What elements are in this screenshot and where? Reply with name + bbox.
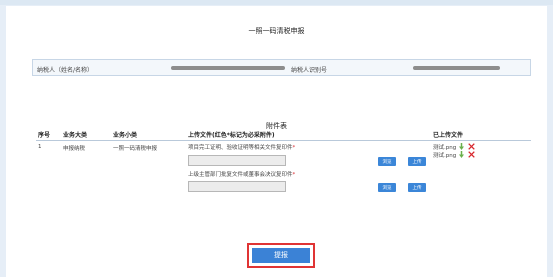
header-uploaded: 已上传文件 [431, 130, 531, 141]
required-mark: * [292, 144, 296, 151]
cell-upload: 项目完工证明、验收证明等相关文件复印件* 浏览 上传 上级主管部门批复文件或董事… [186, 140, 431, 198]
table-header-row: 序号 业务大类 业务小类 上传文件(红色*标记为必采附件) 已上传文件 [36, 130, 531, 141]
header-category: 业务大类 [61, 130, 111, 141]
file-input-2[interactable] [188, 180, 286, 192]
file-requirement-2-text: 上级主管部门批复文件或董事会决议复印件 [188, 171, 293, 178]
uploaded-file-name[interactable]: 测试.png [433, 143, 456, 151]
file-requirement-1: 项目完工证明、验收证明等相关文件复印件* [188, 143, 295, 151]
header-upload-file: 上传文件(红色*标记为必采附件) [186, 130, 431, 141]
top-bar [0, 0, 553, 5]
taxpayer-id-label: 纳税人识别号 [291, 67, 328, 74]
file-requirement-2: 上级主管部门批复文件或董事会决议复印件* [188, 170, 295, 178]
cell-category: 申报纳税 [63, 145, 86, 152]
delete-x-icon[interactable] [468, 151, 475, 158]
taxpayer-id-masked [413, 66, 500, 70]
main-panel: 一照一码清税申报 纳税人（姓名/名称） 纳税人识别号 附件表 序号 业务大类 业… [6, 6, 547, 277]
download-arrow-icon[interactable] [459, 151, 465, 158]
cell-subcategory: 一照一码清税申报 [113, 145, 158, 152]
header-seq: 序号 [36, 130, 61, 141]
browse-button-1[interactable]: 浏览 [378, 156, 396, 166]
delete-x-icon[interactable] [468, 143, 475, 150]
file-input-1[interactable] [188, 154, 286, 166]
header-subcategory: 业务小类 [111, 130, 186, 141]
upload-button-2[interactable]: 上传 [408, 182, 426, 192]
uploaded-file-name[interactable]: 测试.png [433, 151, 456, 159]
download-arrow-icon[interactable] [459, 143, 465, 150]
uploaded-file-item: 测试.png [433, 143, 475, 151]
taxpayer-name-label: 纳税人（姓名/名称） [37, 67, 94, 74]
upload-button-1[interactable]: 上传 [408, 156, 426, 166]
taxpayer-name-masked [171, 66, 285, 70]
uploaded-file-item: 测试.png [433, 151, 475, 159]
submit-highlight: 提报 [247, 243, 315, 268]
taxpayer-info-row: 纳税人（姓名/名称） 纳税人识别号 [32, 59, 531, 76]
file-requirement-1-text: 项目完工证明、验收证明等相关文件复印件 [188, 144, 293, 151]
attachments-table: 序号 业务大类 业务小类 上传文件(红色*标记为必采附件) 已上传文件 1 申报… [36, 130, 531, 198]
cell-uploaded: 测试.png 测试.png [431, 140, 531, 198]
page-title: 一照一码清税申报 [248, 27, 305, 35]
submit-button[interactable]: 提报 [252, 248, 310, 263]
browse-button-2[interactable]: 浏览 [378, 182, 396, 192]
table-row: 1 申报纳税 一照一码清税申报 项目完工证明、验收证明等相关文件复印件* 浏览 … [36, 140, 531, 198]
required-mark: * [292, 171, 296, 178]
cell-seq: 1 [38, 143, 42, 150]
